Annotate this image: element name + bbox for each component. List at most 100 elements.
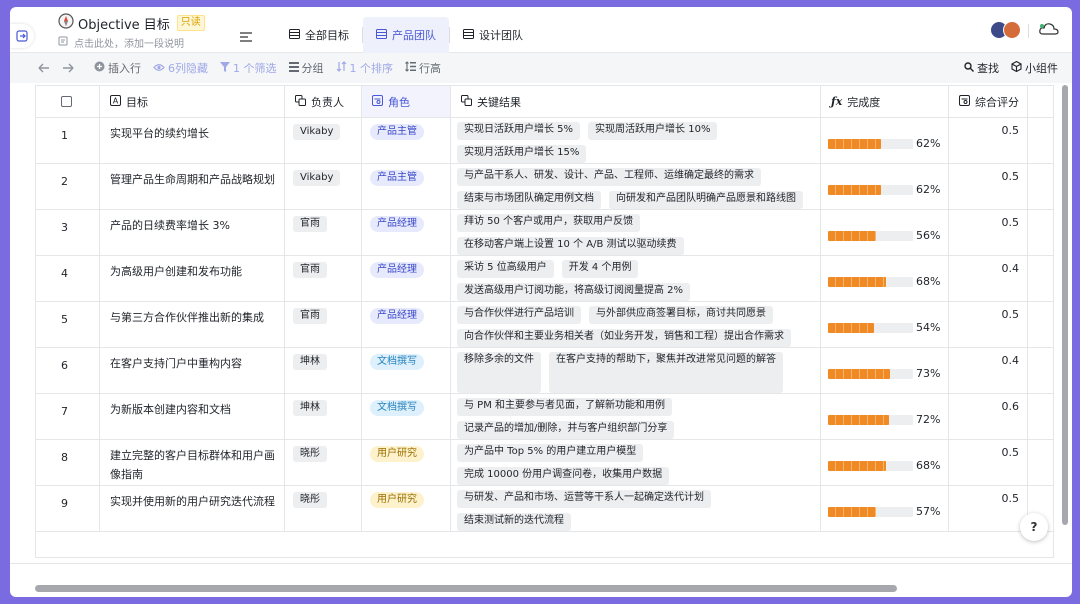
key-result-chip[interactable]: 结束测试新的迭代流程 [457, 513, 571, 531]
undo-icon[interactable] [38, 63, 50, 73]
objective-cell[interactable]: 在客户支持门户中重构内容 [100, 348, 285, 393]
role-cell[interactable]: 产品经理 [362, 256, 451, 301]
table-row[interactable]: 7 为新版本创建内容和文档 坤林 文档撰写 与 PM 和主要参与者见面，了解新功… [36, 394, 1053, 440]
table-row[interactable]: 2 管理产品生命周期和产品战略规划 Vikaby 产品主管 与产品干系人、研发、… [36, 164, 1053, 210]
key-results-cell[interactable]: 为产品中 Top 5% 的用户建立用户模型 完成 10000 份用户调查问卷，收集… [451, 440, 821, 485]
progress-cell[interactable]: 73% [821, 348, 949, 393]
progress-cell[interactable]: 56% [821, 210, 949, 255]
key-result-chip[interactable]: 与 PM 和主要参与者见面，了解新功能和用例 [457, 398, 673, 416]
key-results-cell[interactable]: 移除多余的文件 在客户支持的帮助下，聚焦并改进常见问题的解答 [451, 348, 821, 393]
progress-cell[interactable]: 57% [821, 486, 949, 531]
owner-cell[interactable]: 坤林 [285, 394, 362, 439]
column-header-objective[interactable]: A 目标 [100, 86, 285, 117]
filter-button[interactable]: 1 个筛选 [220, 60, 277, 76]
objective-cell[interactable]: 建立完整的客户目标群体和用户画像指南 [100, 440, 285, 485]
key-result-chip[interactable]: 发送高级用户订阅功能，将高级订阅阅量提高 2% [457, 283, 691, 301]
objective-cell[interactable]: 与第三方合作伙伴推出新的集成 [100, 302, 285, 347]
owner-cell[interactable]: 官雨 [285, 210, 362, 255]
widgets-button[interactable]: 小组件 [1011, 60, 1058, 76]
key-results-cell[interactable]: 采访 5 位高级用户 开发 4 个用例发送高级用户订阅功能，将高级订阅阅量提高 2… [451, 256, 821, 301]
table-row[interactable]: 6 在客户支持门户中重构内容 坤林 文档撰写 移除多余的文件 在客户支持的帮助下，… [36, 348, 1053, 394]
owner-cell[interactable]: 官雨 [285, 256, 362, 301]
sort-button[interactable]: 1 个排序 [336, 60, 393, 76]
collapse-sidebar-button[interactable] [10, 24, 34, 48]
progress-cell[interactable]: 68% [821, 440, 949, 485]
table-row[interactable]: 9 实现并使用新的用户研究迭代流程 晓彤 用户研究 与研发、产品和市场、运营等干… [36, 486, 1053, 532]
owner-cell[interactable]: 晓彤 [285, 486, 362, 531]
column-header-key-results[interactable]: 关键结果 [451, 86, 821, 117]
role-cell[interactable]: 产品经理 [362, 302, 451, 347]
table-row[interactable]: 5 与第三方合作伙伴推出新的集成 官雨 产品经理 与合作伙伴进行产品培训 与外部供… [36, 302, 1053, 348]
key-results-cell[interactable]: 与研发、产品和市场、运营等干系人一起确定迭代计划 结束测试新的迭代流程 [451, 486, 821, 531]
progress-cell[interactable]: 54% [821, 302, 949, 347]
score-cell[interactable]: 0.6 [949, 394, 1028, 439]
key-results-cell[interactable]: 与合作伙伴进行产品培训 与外部供应商签署目标，商讨共同愿景 向合作伙伴和主要业务相关… [451, 302, 821, 347]
menu-icon[interactable] [240, 27, 252, 46]
description-text[interactable]: 点击此处，添加一段说明 [74, 35, 184, 50]
score-cell[interactable]: 0.4 [949, 348, 1028, 393]
key-result-chip[interactable]: 记录产品的增加/删除，并与客户组织部门分享 [457, 421, 675, 439]
table-row[interactable]: 1 实现平台的续约增长 Vikaby 产品主管 实现日活跃用户增长 5% 实现周活… [36, 118, 1053, 164]
owner-cell[interactable]: Vikaby [285, 164, 362, 209]
tab-view-3[interactable]: 设计团队 [450, 17, 536, 53]
key-results-cell[interactable]: 拜访 50 个客户或用户，获取用户反馈在移动客户端上设置 10 个 A/B 测试… [451, 210, 821, 255]
role-cell[interactable]: 文档撰写 [362, 394, 451, 439]
select-all-checkbox[interactable] [61, 96, 72, 107]
key-result-chip[interactable]: 拜访 50 个客户或用户，获取用户反馈 [457, 214, 641, 232]
role-cell[interactable]: 用户研究 [362, 486, 451, 531]
objective-cell[interactable]: 实现平台的续约增长 [100, 118, 285, 163]
key-result-chip[interactable]: 结束与市场团队确定用例文档 [457, 191, 601, 209]
table-row[interactable]: 8 建立完整的客户目标群体和用户画像指南 晓彤 用户研究 为产品中 Top 5%… [36, 440, 1053, 486]
owner-cell[interactable]: 官雨 [285, 302, 362, 347]
score-cell[interactable]: 0.5 [949, 210, 1028, 255]
find-button[interactable]: 查找 [964, 60, 999, 76]
key-result-chip[interactable]: 采访 5 位高级用户 [457, 260, 554, 278]
table-row[interactable]: 3 产品的日续费率增长 3% 官雨 产品经理 拜访 50 个客户或用户，获取用户… [36, 210, 1053, 256]
objective-cell[interactable]: 产品的日续费率增长 3% [100, 210, 285, 255]
horizontal-scrollbar[interactable] [35, 585, 897, 592]
role-cell[interactable]: 用户研究 [362, 440, 451, 485]
key-result-chip[interactable]: 与外部供应商签署目标，商讨共同愿景 [589, 306, 773, 324]
score-cell[interactable]: 0.5 [949, 118, 1028, 163]
vertical-scroll-thumb[interactable] [1062, 85, 1068, 525]
tab-view-2[interactable]: 产品团队 [363, 17, 449, 53]
key-result-chip[interactable]: 与产品干系人、研发、设计、产品、工程师、运维确定最终的需求 [457, 168, 761, 186]
key-result-chip[interactable]: 在客户支持的帮助下，聚焦并改进常见问题的解答 [549, 352, 783, 393]
column-header-progress[interactable]: ƒx 完成度 [821, 86, 949, 117]
score-cell[interactable]: 0.5 [949, 302, 1028, 347]
role-cell[interactable]: 产品主管 [362, 164, 451, 209]
column-header-role[interactable]: 角色 [362, 86, 451, 117]
key-results-cell[interactable]: 实现日活跃用户增长 5% 实现周活跃用户增长 10% 实现月活跃用户增长 15% [451, 118, 821, 163]
group-button[interactable]: 分组 [288, 60, 324, 76]
role-cell[interactable]: 文档撰写 [362, 348, 451, 393]
key-results-cell[interactable]: 与 PM 和主要参与者见面，了解新功能和用例 记录产品的增加/删除，并与客户组织部… [451, 394, 821, 439]
cloud-sync-icon[interactable] [1038, 21, 1060, 41]
redo-icon[interactable] [62, 63, 74, 73]
score-cell[interactable]: 0.4 [949, 256, 1028, 301]
progress-cell[interactable]: 72% [821, 394, 949, 439]
progress-cell[interactable]: 68% [821, 256, 949, 301]
owner-cell[interactable]: 坤林 [285, 348, 362, 393]
role-cell[interactable]: 产品经理 [362, 210, 451, 255]
key-result-chip[interactable]: 移除多余的文件 [457, 352, 541, 393]
key-result-chip[interactable]: 在移动客户端上设置 10 个 A/B 测试以驱动续费 [457, 237, 684, 255]
score-cell[interactable]: 0.5 [949, 486, 1028, 531]
column-header-score[interactable]: 综合评分 [949, 86, 1028, 117]
key-result-chip[interactable]: 实现周活跃用户增长 10% [588, 122, 718, 140]
owner-cell[interactable]: 晓彤 [285, 440, 362, 485]
help-button[interactable]: ? [1020, 513, 1048, 541]
key-result-chip[interactable]: 向研发和产品团队明确产品愿景和路线图 [609, 191, 803, 209]
progress-cell[interactable]: 62% [821, 164, 949, 209]
add-column-cell[interactable] [1028, 86, 1053, 117]
collaborator-avatars[interactable] [990, 21, 1021, 39]
score-cell[interactable]: 0.5 [949, 440, 1028, 485]
row-height-button[interactable]: 行高 [405, 60, 441, 76]
key-result-chip[interactable]: 向合作伙伴和主要业务相关者（如业务开发，销售和工程）提出合作需求 [457, 329, 791, 347]
key-results-cell[interactable]: 与产品干系人、研发、设计、产品、工程师、运维确定最终的需求 结束与市场团队确定用例… [451, 164, 821, 209]
tab-view-1[interactable]: 全部目标 [276, 17, 362, 53]
key-result-chip[interactable]: 开发 4 个用例 [561, 260, 639, 278]
score-cell[interactable]: 0.5 [949, 164, 1028, 209]
key-result-chip[interactable]: 完成 10000 份用户调查问卷，收集用户数据 [457, 467, 670, 485]
hidden-columns-button[interactable]: 6列隐藏 [153, 60, 208, 76]
table-row[interactable]: 4 为高级用户创建和发布功能 官雨 产品经理 采访 5 位高级用户 开发 4 个用… [36, 256, 1053, 302]
